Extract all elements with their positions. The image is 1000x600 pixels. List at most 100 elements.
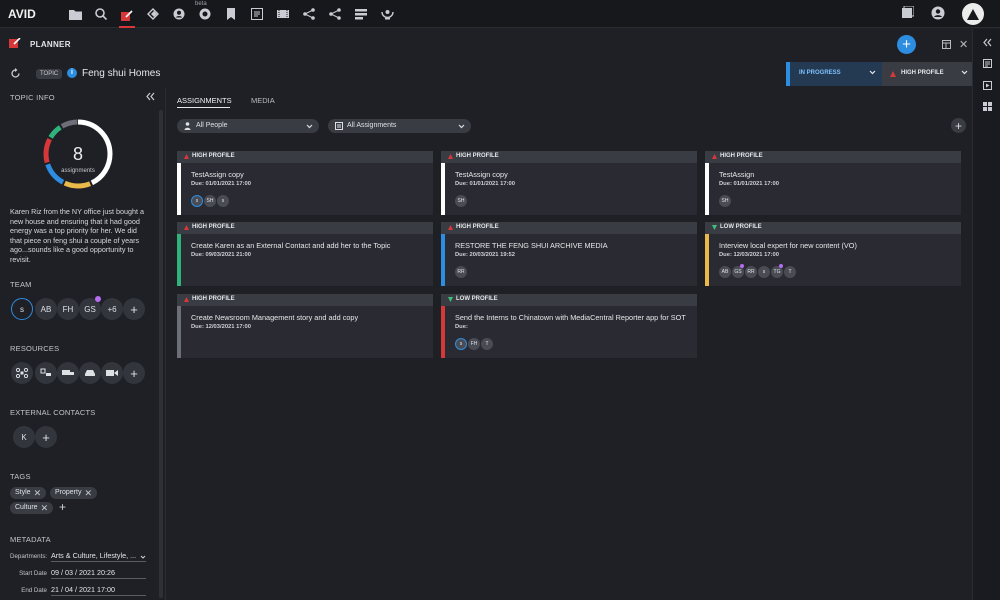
truck-icon[interactable] bbox=[57, 362, 79, 384]
assignee-avatar[interactable]: RR bbox=[745, 266, 757, 278]
add-external-contact-button[interactable]: + bbox=[35, 426, 57, 448]
team-title: TEAM bbox=[10, 280, 32, 289]
team-member[interactable]: FH bbox=[57, 298, 79, 320]
assignment-card[interactable]: LOW PROFILE Send the Interns to Chinatow… bbox=[441, 294, 697, 358]
panel-scrollbar[interactable] bbox=[159, 110, 163, 598]
assignee-avatar[interactable]: SH bbox=[204, 195, 216, 207]
card-due-date: Due: 09/03/2021 21:00 bbox=[191, 252, 251, 258]
high-priority-icon bbox=[184, 154, 189, 159]
people-filter-dropdown[interactable]: All People bbox=[177, 119, 319, 133]
assignments-label: assignments bbox=[61, 168, 95, 174]
graph-nodes-icon[interactable] bbox=[301, 6, 317, 22]
user-profile-icon[interactable] bbox=[171, 6, 187, 22]
assignee-avatar[interactable]: T bbox=[481, 338, 493, 350]
assignee-avatar[interactable]: s bbox=[455, 338, 467, 350]
add-resource-button[interactable]: + bbox=[123, 362, 145, 384]
drone-icon[interactable] bbox=[11, 362, 33, 384]
media-viewer-icon[interactable] bbox=[983, 81, 992, 90]
assignment-card[interactable]: HIGH PROFILE Create Karen as an External… bbox=[177, 222, 433, 286]
card-priority: HIGH PROFILE bbox=[456, 153, 499, 159]
tab-media[interactable]: MEDIA bbox=[251, 96, 275, 105]
bookmark-icon[interactable] bbox=[223, 6, 239, 22]
planner-app-icon[interactable] bbox=[119, 6, 135, 28]
assignment-card[interactable]: HIGH PROFILE RESTORE THE FENG SHUI ARCHI… bbox=[441, 222, 697, 286]
card-priority-header: HIGH PROFILE bbox=[177, 222, 433, 234]
add-assignment-button[interactable]: + bbox=[951, 118, 966, 133]
assignee-avatar[interactable]: s bbox=[191, 195, 203, 207]
assignment-card[interactable]: HIGH PROFILE Create Newsroom Management … bbox=[177, 294, 433, 358]
tag-property[interactable]: Property ✕ bbox=[50, 487, 98, 499]
assignment-card[interactable]: HIGH PROFILE TestAssign Due: 01/01/2021 … bbox=[705, 151, 961, 215]
team-more[interactable]: +6 bbox=[101, 298, 123, 320]
tag-culture[interactable]: Culture ✕ bbox=[10, 502, 54, 514]
right-side-rail bbox=[972, 29, 1000, 600]
broadcast-icon[interactable] bbox=[379, 6, 395, 22]
search-icon[interactable] bbox=[93, 6, 109, 22]
card-status-bar bbox=[441, 306, 445, 358]
coin-icon[interactable] bbox=[197, 6, 213, 22]
assignee-avatar[interactable]: T bbox=[784, 266, 796, 278]
user-avatar-icon[interactable] bbox=[962, 3, 984, 25]
priority-dropdown[interactable]: HIGH PROFILE bbox=[882, 62, 972, 86]
expand-panel-icon[interactable] bbox=[983, 38, 992, 47]
active-tab-indicator bbox=[177, 107, 230, 108]
card-status-bar bbox=[441, 163, 445, 215]
list-settings-icon[interactable] bbox=[353, 6, 369, 22]
start-date-label: Start Date bbox=[19, 570, 47, 577]
notifications-icon[interactable] bbox=[902, 6, 914, 18]
assignments-filter-dropdown[interactable]: All Assignments bbox=[328, 119, 471, 133]
card-due-date: Due: 01/01/2021 17:00 bbox=[455, 181, 515, 187]
assignment-card[interactable]: HIGH PROFILE TestAssign copy Due: 01/01/… bbox=[177, 151, 433, 215]
assignments-count: 8 bbox=[72, 144, 83, 164]
collapse-panel-icon[interactable] bbox=[146, 92, 155, 101]
card-due-date: Due: bbox=[455, 324, 468, 330]
tag-style[interactable]: Style ✕ bbox=[10, 487, 47, 499]
add-tag-button[interactable]: + bbox=[59, 500, 66, 514]
add-topic-button[interactable]: + bbox=[897, 35, 916, 54]
external-contact[interactable]: K bbox=[13, 426, 35, 448]
people-filter-value: All People bbox=[196, 122, 228, 129]
assignee-avatar[interactable]: AB bbox=[719, 266, 731, 278]
info-icon[interactable]: i bbox=[67, 68, 77, 78]
metadata-grid-icon[interactable] bbox=[983, 102, 992, 111]
tab-assignments[interactable]: ASSIGNMENTS bbox=[177, 96, 232, 105]
sync-icon[interactable] bbox=[145, 6, 161, 22]
external-contacts-title: EXTERNAL CONTACTS bbox=[10, 408, 96, 417]
start-date-field[interactable]: 09 / 03 / 2021 20:26 bbox=[51, 568, 146, 579]
card-status-bar bbox=[177, 234, 181, 286]
window-layout-icon[interactable] bbox=[942, 40, 951, 49]
chevron-down-icon bbox=[869, 69, 876, 76]
status-dropdown[interactable]: IN PROGRESS bbox=[786, 62, 882, 86]
low-priority-icon bbox=[448, 297, 453, 302]
share-icon[interactable] bbox=[327, 6, 343, 22]
rundown-icon[interactable] bbox=[249, 6, 265, 22]
add-team-member-button[interactable]: + bbox=[123, 298, 145, 320]
assignee-avatar[interactable]: s bbox=[217, 195, 229, 207]
remove-tag-icon[interactable]: ✕ bbox=[84, 487, 92, 499]
team-member[interactable]: s bbox=[11, 298, 33, 320]
assignment-card[interactable]: HIGH PROFILE TestAssign copy Due: 01/01/… bbox=[441, 151, 697, 215]
assignee-avatar[interactable]: SH bbox=[455, 195, 467, 207]
remove-tag-icon[interactable]: ✕ bbox=[34, 487, 42, 499]
refresh-icon[interactable] bbox=[10, 68, 21, 79]
assignee-avatar[interactable]: s bbox=[758, 266, 770, 278]
film-strip-icon[interactable] bbox=[275, 6, 291, 22]
folder-icon[interactable] bbox=[67, 6, 83, 22]
card-due-date: Due: 01/01/2021 17:00 bbox=[719, 181, 779, 187]
car-icon[interactable] bbox=[79, 362, 101, 384]
remove-tag-icon[interactable]: ✕ bbox=[41, 502, 49, 514]
departments-select[interactable]: Arts & Culture, Lifestyle, ... bbox=[51, 551, 146, 562]
close-icon[interactable]: ✕ bbox=[959, 38, 968, 51]
assignment-card[interactable]: LOW PROFILE Interview local expert for n… bbox=[705, 222, 961, 286]
account-icon[interactable] bbox=[931, 6, 945, 20]
card-priority: HIGH PROFILE bbox=[192, 224, 235, 230]
vehicle-crew-icon[interactable] bbox=[35, 362, 57, 384]
camera-icon[interactable] bbox=[101, 362, 123, 384]
assignee-avatar[interactable]: FH bbox=[468, 338, 480, 350]
assignee-avatar[interactable]: SH bbox=[719, 195, 731, 207]
end-date-field[interactable]: 21 / 04 / 2021 17:00 bbox=[51, 585, 146, 596]
presence-dot bbox=[95, 296, 101, 302]
assignee-avatar[interactable]: RR bbox=[455, 266, 467, 278]
team-member[interactable]: AB bbox=[35, 298, 57, 320]
script-icon[interactable] bbox=[983, 59, 992, 68]
